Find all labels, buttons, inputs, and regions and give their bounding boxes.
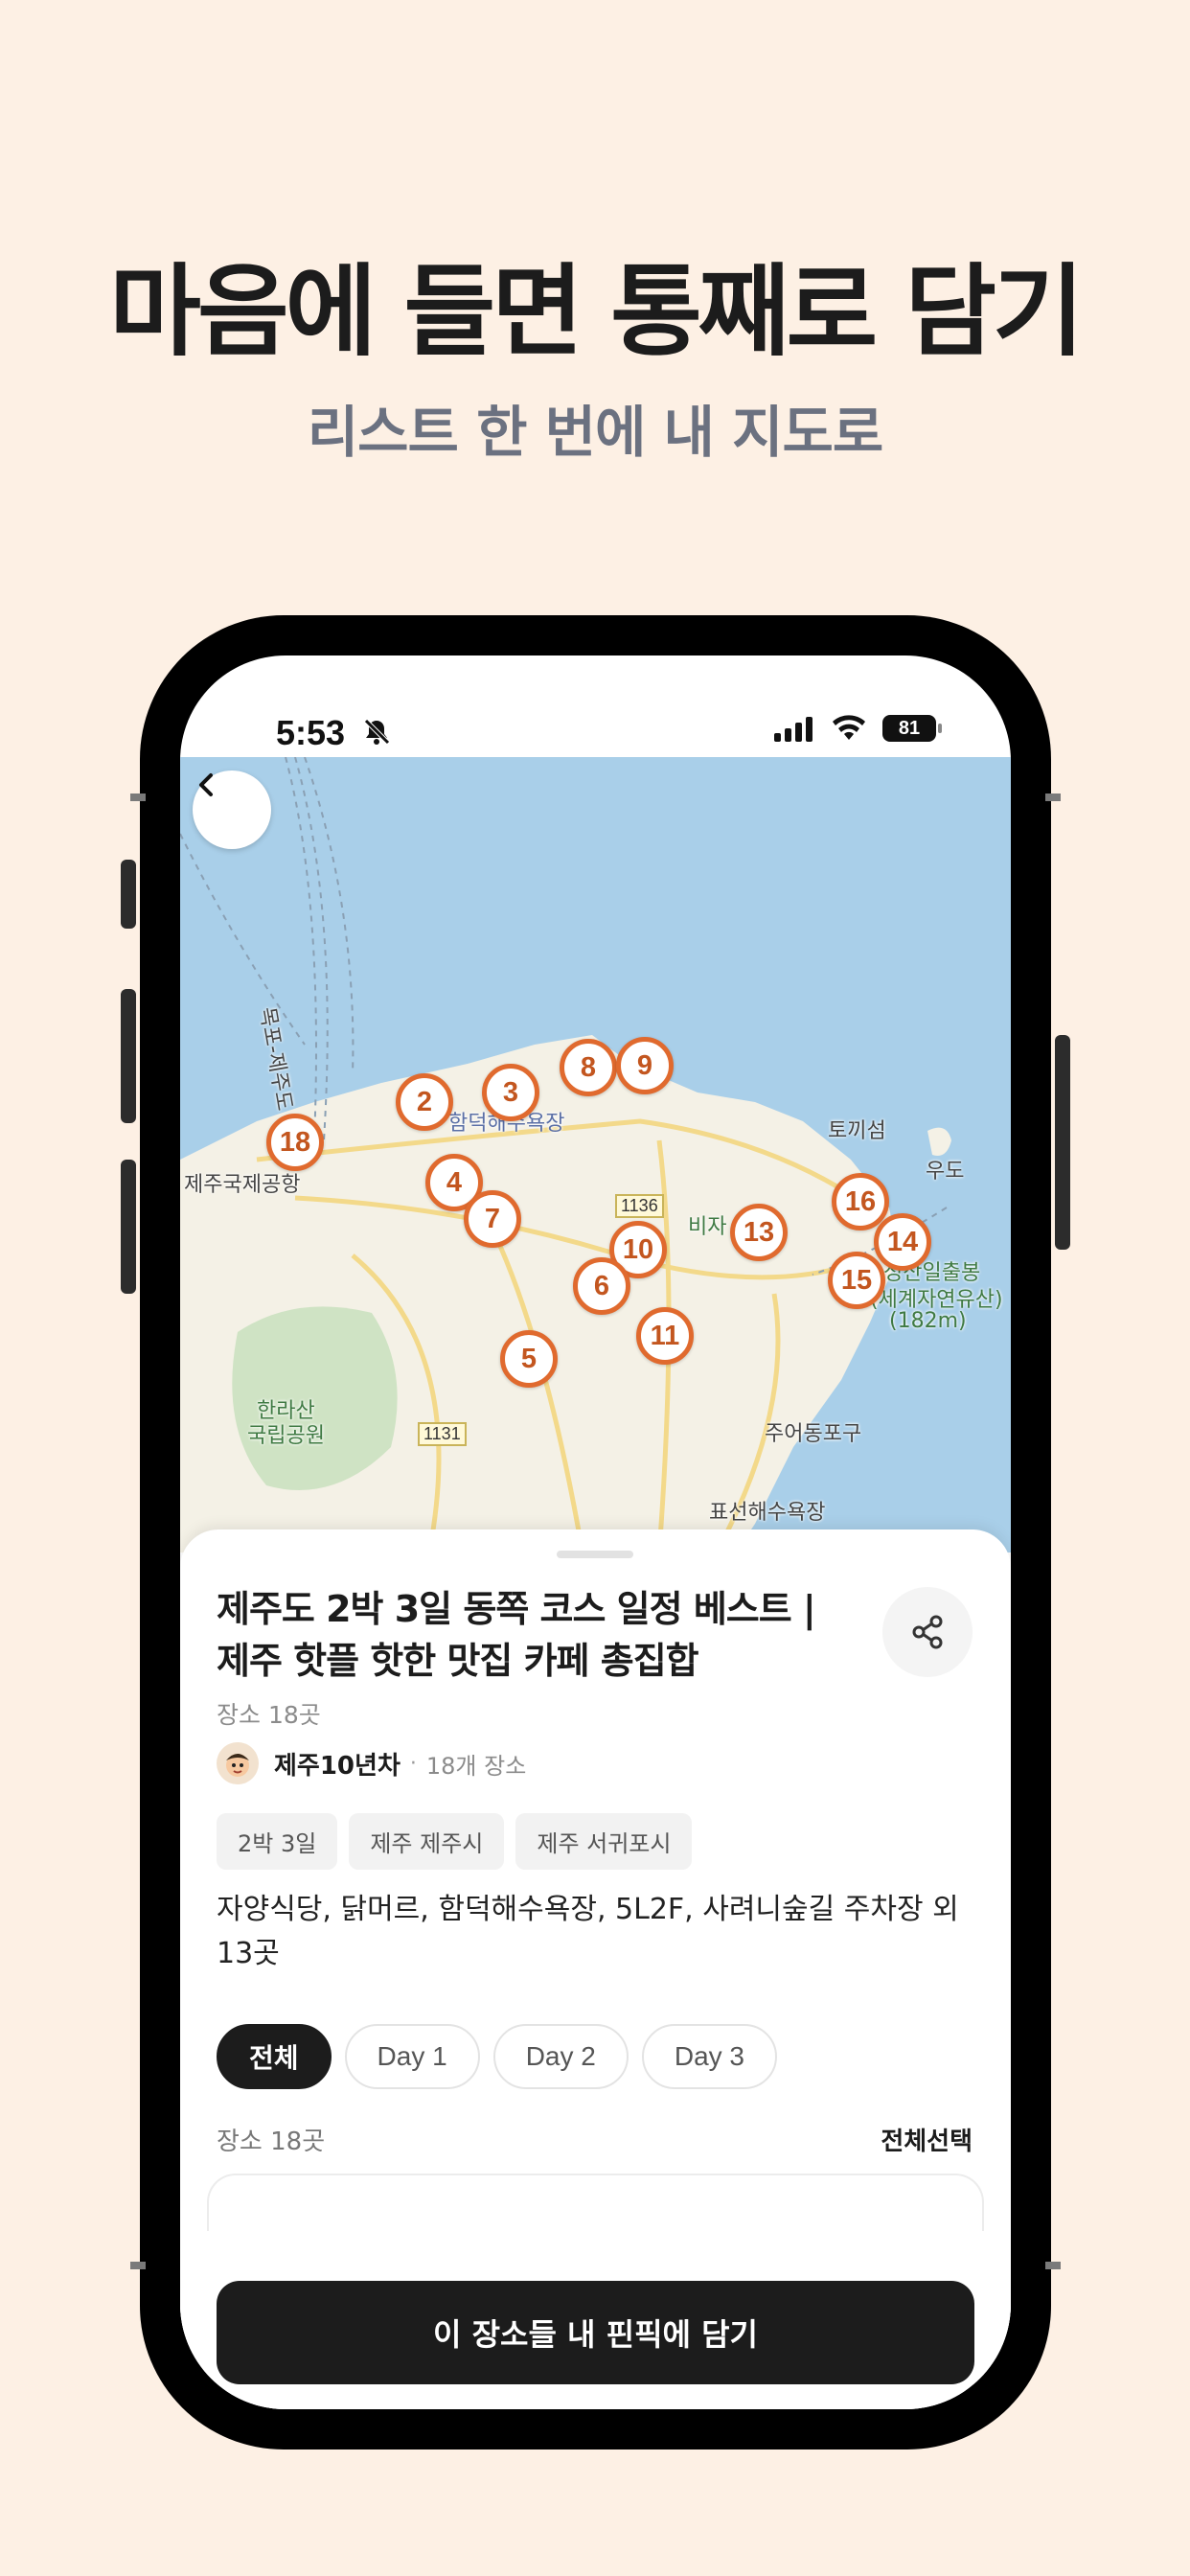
map-view[interactable]: 목포-제주도 제주국제공항 함덕해수욕장 토끼섬 우도 비자 성산일출봉 (세계… bbox=[180, 757, 1011, 1552]
place-count: 장소 18곳 bbox=[217, 1701, 321, 1729]
map-label-airport: 제주국제공항 bbox=[184, 1173, 301, 1197]
author-place-count: 18개 장소 bbox=[425, 1752, 527, 1780]
map-label-tokkiseom: 토끼섬 bbox=[828, 1119, 886, 1143]
sheet-drag-handle[interactable] bbox=[557, 1551, 633, 1558]
author-name: 제주10년차 bbox=[274, 1751, 400, 1781]
tag-list: 2박 3일 제주 제주시 제주 서귀포시 bbox=[217, 1813, 693, 1870]
map-pin[interactable]: 6 bbox=[573, 1257, 630, 1315]
tab-day-1[interactable]: Day 1 bbox=[344, 2024, 480, 2089]
map-pin[interactable]: 14 bbox=[874, 1213, 931, 1271]
frame-tick bbox=[130, 794, 146, 801]
frame-tick bbox=[1045, 794, 1061, 801]
map-pin[interactable]: 8 bbox=[560, 1039, 617, 1096]
map-label-hallasan-park: 국립공원 bbox=[247, 1424, 325, 1448]
map-pin[interactable]: 7 bbox=[464, 1190, 521, 1248]
status-time: 5:53 bbox=[276, 713, 346, 752]
select-all-button[interactable]: 전체선택 bbox=[881, 2122, 973, 2157]
map-pin[interactable]: 18 bbox=[266, 1114, 324, 1171]
promo-headline: 마음에 들면 통째로 담기 bbox=[109, 253, 1084, 370]
list-title: 제주도 2박 3일 동쪽 코스 일정 베스트 | 제주 핫플 핫한 맛집 카페 … bbox=[217, 1588, 816, 1682]
map-pin[interactable]: 11 bbox=[636, 1307, 694, 1365]
cellular-signal-icon bbox=[774, 717, 814, 746]
map-pin[interactable]: 3 bbox=[482, 1064, 539, 1121]
battery-indicator: 81 bbox=[882, 715, 942, 742]
place-list-count: 장소 18곳 bbox=[217, 2128, 326, 2156]
tag-chip: 제주 서귀포시 bbox=[515, 1813, 693, 1870]
map-pin[interactable]: 15 bbox=[828, 1252, 885, 1309]
tab-day-3[interactable]: Day 3 bbox=[641, 2024, 777, 2089]
mute-switch bbox=[121, 860, 136, 929]
power-button bbox=[1055, 1035, 1070, 1250]
frame-tick bbox=[130, 2262, 146, 2269]
promo-subhead: 리스트 한 번에 내 지도로 bbox=[307, 400, 883, 465]
frame-tick bbox=[1045, 2262, 1061, 2269]
list-description: 자양식당, 닭머르, 함덕해수욕장, 5L2F, 사려니숲길 주차장 외 13곳 bbox=[217, 1893, 959, 1970]
tag-chip: 2박 3일 bbox=[217, 1813, 338, 1870]
volume-up-button bbox=[121, 989, 136, 1123]
volume-down-button bbox=[121, 1160, 136, 1294]
bell-muted-icon bbox=[362, 717, 391, 749]
map-pin[interactable]: 9 bbox=[616, 1037, 674, 1094]
tab-all[interactable]: 전체 bbox=[217, 2024, 332, 2089]
map-label-pyoseon-beach: 표선해수욕장 bbox=[709, 1501, 826, 1525]
wifi-icon bbox=[831, 713, 867, 746]
share-icon bbox=[912, 1615, 943, 1649]
map-pin[interactable]: 13 bbox=[730, 1204, 788, 1261]
tab-day-2[interactable]: Day 2 bbox=[492, 2024, 629, 2089]
map-label-udo: 우도 bbox=[926, 1160, 965, 1184]
map-label-bija: 비자 bbox=[688, 1215, 727, 1239]
author-separator: · bbox=[409, 1751, 417, 1776]
share-button[interactable] bbox=[882, 1587, 973, 1677]
save-places-button[interactable]: 이 장소들 내 핀픽에 담기 bbox=[217, 2281, 974, 2384]
map-pin[interactable]: 5 bbox=[500, 1330, 558, 1388]
road-number-1131: 1131 bbox=[418, 1422, 467, 1446]
avatar bbox=[217, 1742, 259, 1784]
map-pin[interactable]: 2 bbox=[396, 1073, 453, 1131]
map-label-seongsan-height: (182m) bbox=[889, 1309, 967, 1333]
phone-frame: 5:53 81 목포-제주도 제주국제공항 함덕해수욕장 토끼섬 우도 비자 성… bbox=[121, 615, 1070, 2450]
road-number-1136: 1136 bbox=[615, 1194, 664, 1218]
author-row[interactable]: 제주10년차 · 18개 장소 bbox=[217, 1742, 526, 1784]
back-button[interactable] bbox=[193, 770, 271, 849]
tag-chip: 제주 제주시 bbox=[349, 1813, 505, 1870]
chevron-left-icon bbox=[199, 773, 213, 796]
phone-screen: 5:53 81 목포-제주도 제주국제공항 함덕해수욕장 토끼섬 우도 비자 성… bbox=[180, 656, 1011, 2409]
day-filter-tabs: 전체 Day 1 Day 2 Day 3 bbox=[217, 2024, 777, 2089]
status-bar: 5:53 81 bbox=[180, 656, 1011, 757]
map-label-jueodong: 주어동포구 bbox=[765, 1422, 862, 1446]
place-list-item[interactable] bbox=[207, 2174, 984, 2231]
